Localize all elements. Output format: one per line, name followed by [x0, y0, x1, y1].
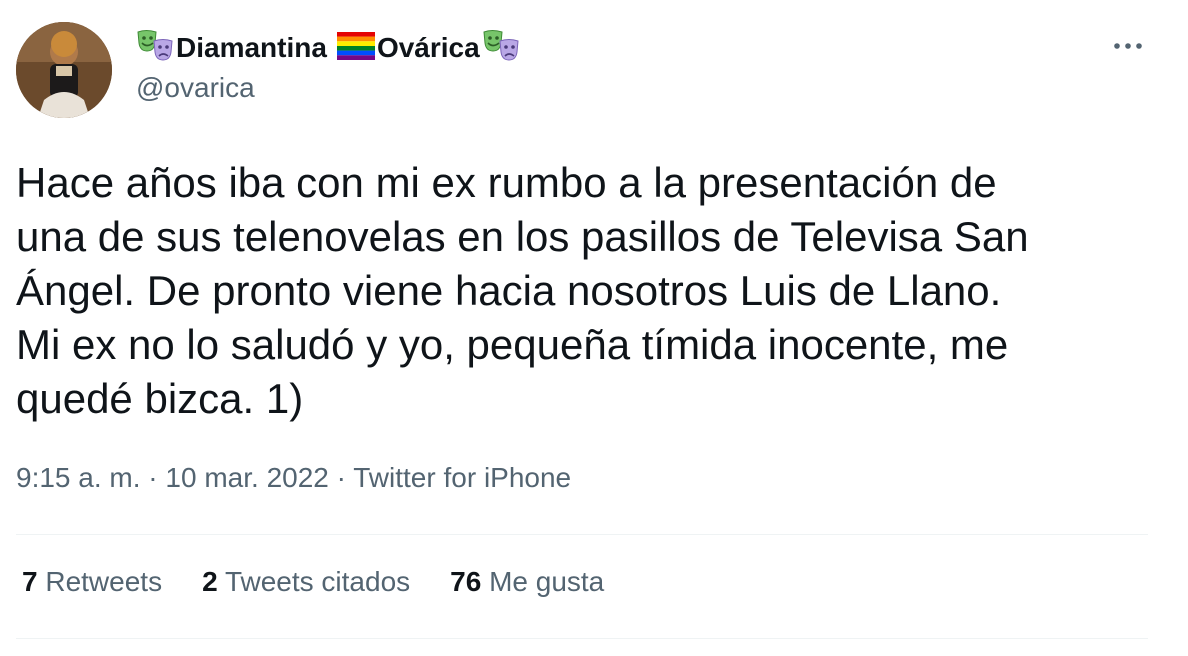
meta-separator: ·	[148, 462, 158, 493]
display-name-part2: Ovárica	[376, 32, 480, 63]
quotes-label: Tweets citados	[224, 566, 411, 597]
tweet-source-link[interactable]: Twitter for iPhone	[353, 462, 571, 493]
likes-count: 76	[450, 566, 482, 597]
author-handle[interactable]: @ovarica	[136, 72, 255, 104]
rainbow-flag-icon	[336, 31, 375, 65]
likes-label: Me gusta	[489, 566, 605, 597]
retweets-count: 7	[22, 566, 38, 597]
retweets-label: Retweets	[45, 566, 163, 597]
divider	[16, 534, 1148, 535]
quote-tweets-stat[interactable]: 2 Tweets citados	[202, 566, 410, 598]
divider	[16, 638, 1148, 639]
theater-masks-icon	[136, 29, 174, 68]
retweets-stat[interactable]: 7 Retweets	[22, 566, 162, 598]
tweet-time-link[interactable]: 9:15 a. m. · 10 mar. 2022	[16, 462, 329, 493]
tweet-meta: 9:15 a. m. · 10 mar. 2022 · Twitter for …	[16, 462, 571, 494]
more-options-button[interactable]	[1108, 32, 1148, 60]
author-name[interactable]: Diamantina Ovárica	[136, 28, 520, 68]
more-horizontal-icon	[1114, 43, 1142, 49]
tweet-text: Hace años iba con mi ex rumbo a la prese…	[16, 159, 1029, 422]
avatar[interactable]	[16, 22, 112, 118]
tweet-date: 10 mar. 2022	[165, 462, 329, 493]
avatar-image	[16, 22, 112, 118]
tweet-time: 9:15 a. m.	[16, 462, 141, 493]
quotes-count: 2	[202, 566, 218, 597]
likes-stat[interactable]: 76 Me gusta	[450, 566, 604, 598]
meta-separator: ·	[336, 462, 346, 493]
theater-masks-icon	[482, 29, 520, 68]
display-name-part1: Diamantina	[176, 32, 327, 63]
tweet-stats: 7 Retweets 2 Tweets citados 76 Me gusta	[22, 566, 604, 598]
